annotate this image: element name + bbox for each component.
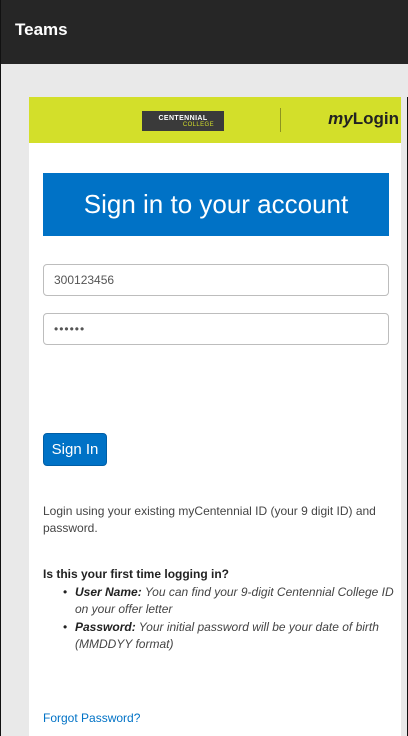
brand-header: CENTENNIAL COLLEGE myLogin [29,97,401,143]
centennial-college-logo: CENTENNIAL COLLEGE [142,111,224,131]
mylogin-logo: myLogin [328,109,399,129]
mylogin-login: Login [352,109,399,128]
forgot-password-link[interactable]: Forgot Password? [43,711,140,725]
brand-divider [280,108,281,132]
sign-in-button[interactable]: Sign In [43,433,107,466]
mylogin-my: my [328,109,353,128]
username-hint-label: User Name: [75,585,142,599]
top-gray-strip [2,64,408,97]
login-help-text: Login using your existing myCentennial I… [43,504,376,535]
password-input[interactable] [43,313,389,345]
first-time-heading: Is this your first time logging in? [43,567,230,581]
bullet-icon: • [63,620,68,634]
title-bar: Teams [1,0,408,64]
bullet-icon: • [63,585,68,599]
username-input[interactable] [43,264,389,296]
window-title: Teams [15,20,68,39]
logo-text-top: CENTENNIAL [158,114,208,122]
list-item: • Password: Your initial password will be… [63,619,395,653]
logo-text-bottom: COLLEGE [182,121,214,128]
password-hint-label: Password: [75,620,136,634]
first-time-instructions: • User Name: You can find your 9-digit Ce… [63,584,395,654]
list-item: • User Name: You can find your 9-digit Ce… [63,584,395,618]
page-title: Sign in to your account [43,173,389,236]
app-window: Teams CENTENNIAL COLLEGE myLogin Sign in… [0,0,408,736]
login-page: CENTENNIAL COLLEGE myLogin Sign in to yo… [29,97,401,736]
